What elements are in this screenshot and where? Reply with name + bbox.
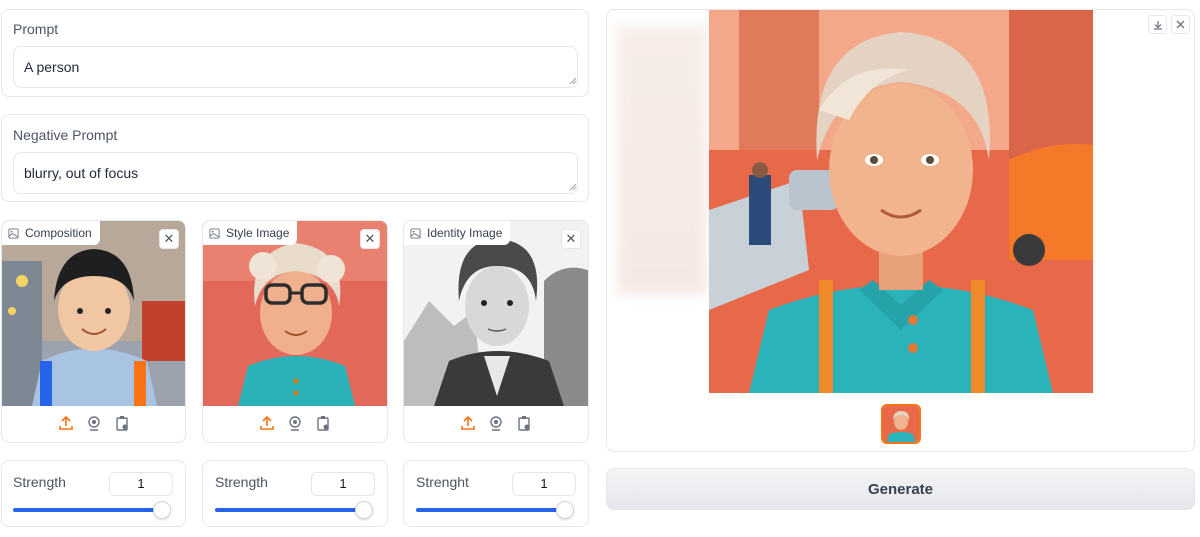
negative-prompt-label: Negative Prompt bbox=[13, 127, 118, 143]
composition-strength-label: Strength bbox=[13, 474, 66, 490]
composition-image[interactable] bbox=[2, 221, 185, 406]
style-strength-slider[interactable] bbox=[215, 508, 360, 512]
image-icon bbox=[8, 227, 19, 239]
upload-icon[interactable] bbox=[258, 414, 276, 432]
composition-strength-input[interactable]: 1 bbox=[109, 472, 173, 496]
style-strength-input[interactable]: 1 bbox=[311, 472, 375, 496]
identity-image-card: Identity Image ✕ bbox=[403, 220, 589, 443]
composition-toolbar bbox=[2, 414, 185, 432]
style-tag-label: Style Image bbox=[226, 226, 290, 240]
identity-tag-label: Identity Image bbox=[427, 226, 503, 240]
generate-button[interactable]: Generate bbox=[606, 468, 1195, 510]
composition-strength-panel: Strength 1 bbox=[1, 460, 186, 527]
style-strength-label: Strength bbox=[215, 474, 268, 490]
composition-tag-label: Composition bbox=[25, 226, 92, 240]
identity-image[interactable] bbox=[404, 221, 588, 406]
style-slider-thumb[interactable] bbox=[355, 501, 373, 519]
negative-prompt-panel: Negative Prompt blurry, out of focus bbox=[1, 114, 589, 202]
composition-slider-thumb[interactable] bbox=[153, 501, 171, 519]
composition-close-button[interactable]: ✕ bbox=[159, 229, 179, 249]
webcam-icon[interactable] bbox=[286, 414, 304, 432]
composition-tag: Composition bbox=[2, 221, 100, 245]
resize-handle-icon[interactable] bbox=[569, 183, 577, 191]
style-image-card: Style Image ✕ bbox=[202, 220, 388, 443]
download-button[interactable] bbox=[1148, 15, 1167, 34]
identity-strength-slider[interactable] bbox=[416, 508, 561, 512]
upload-icon[interactable] bbox=[459, 414, 477, 432]
identity-strength-label: Strenght bbox=[416, 474, 469, 490]
close-icon bbox=[1176, 20, 1185, 29]
download-icon bbox=[1153, 20, 1162, 30]
style-toolbar bbox=[203, 414, 387, 432]
clipboard-icon[interactable] bbox=[515, 414, 533, 432]
identity-close-button[interactable]: ✕ bbox=[561, 229, 581, 249]
prompt-input[interactable]: A person bbox=[13, 46, 578, 88]
upload-icon[interactable] bbox=[57, 414, 75, 432]
identity-strength-panel: Strenght 1 bbox=[403, 460, 589, 527]
clipboard-icon[interactable] bbox=[314, 414, 332, 432]
style-strength-panel: Strength 1 bbox=[202, 460, 388, 527]
style-image[interactable] bbox=[203, 221, 387, 406]
style-tag: Style Image bbox=[203, 221, 298, 245]
webcam-icon[interactable] bbox=[85, 414, 103, 432]
gallery-thumbnail[interactable] bbox=[881, 404, 921, 444]
composition-image-card: Composition ✕ bbox=[1, 220, 186, 443]
clipboard-icon[interactable] bbox=[113, 414, 131, 432]
webcam-icon[interactable] bbox=[487, 414, 505, 432]
identity-slider-thumb[interactable] bbox=[556, 501, 574, 519]
resize-handle-icon[interactable] bbox=[569, 77, 577, 85]
image-icon bbox=[209, 227, 220, 239]
style-close-button[interactable]: ✕ bbox=[360, 229, 380, 249]
identity-strength-input[interactable]: 1 bbox=[512, 472, 576, 496]
prompt-panel: Prompt A person bbox=[1, 9, 589, 97]
identity-tag: Identity Image bbox=[404, 221, 511, 245]
image-icon bbox=[410, 227, 421, 239]
composition-strength-slider[interactable] bbox=[13, 508, 158, 512]
output-gallery bbox=[606, 9, 1195, 452]
gallery-backdrop bbox=[617, 25, 707, 295]
output-image[interactable] bbox=[709, 10, 1093, 393]
prompt-label: Prompt bbox=[13, 21, 59, 37]
identity-toolbar bbox=[404, 414, 588, 432]
negative-prompt-input[interactable]: blurry, out of focus bbox=[13, 152, 578, 194]
gallery-close-button[interactable] bbox=[1171, 15, 1190, 34]
